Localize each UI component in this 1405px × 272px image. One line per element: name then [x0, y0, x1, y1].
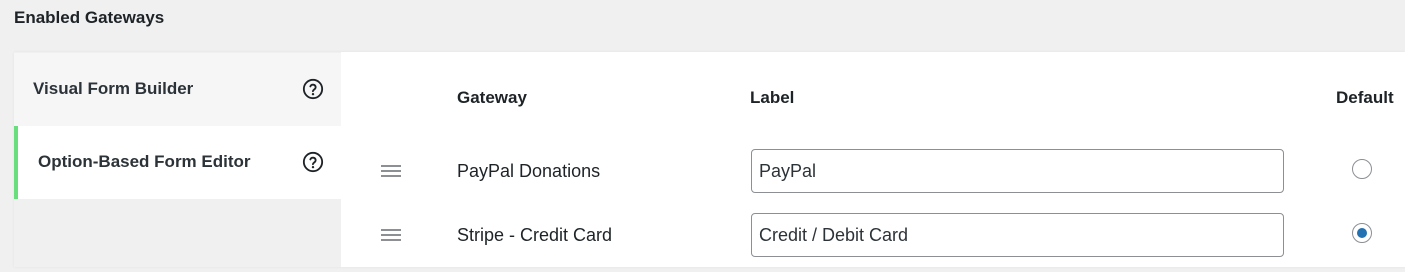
gateway-name: PayPal Donations	[457, 161, 601, 181]
column-header-gateway: Gateway	[457, 88, 527, 107]
gateways-panel: Visual Form Builder Option-Based Form Ed…	[14, 52, 1405, 267]
help-circle-icon[interactable]	[302, 78, 324, 100]
column-header-label: Label	[750, 88, 795, 107]
drag-handle-icon[interactable]	[381, 165, 401, 179]
column-header-default: Default	[1336, 88, 1394, 107]
sidebar-item-option-based-form-editor[interactable]: Option-Based Form Editor	[14, 126, 341, 199]
table-row: Stripe - Credit Card	[341, 212, 1405, 272]
table-row: PayPal Donations	[341, 148, 1405, 208]
page-title: Enabled Gateways	[14, 8, 165, 27]
gateways-table: Gateway Label Default PayPal Donations S…	[341, 52, 1405, 267]
gateway-label-input[interactable]	[751, 213, 1284, 257]
gateway-label-input[interactable]	[751, 149, 1284, 193]
sidebar: Visual Form Builder Option-Based Form Ed…	[14, 52, 341, 267]
sidebar-item-label: Option-Based Form Editor	[38, 152, 251, 171]
sidebar-item-label: Visual Form Builder	[33, 79, 194, 98]
default-radio[interactable]	[1352, 159, 1372, 179]
gateway-name: Stripe - Credit Card	[457, 225, 613, 245]
help-circle-icon[interactable]	[302, 151, 324, 173]
default-radio[interactable]	[1352, 223, 1372, 243]
drag-handle-icon[interactable]	[381, 229, 401, 243]
sidebar-item-visual-form-builder[interactable]: Visual Form Builder	[14, 53, 341, 126]
